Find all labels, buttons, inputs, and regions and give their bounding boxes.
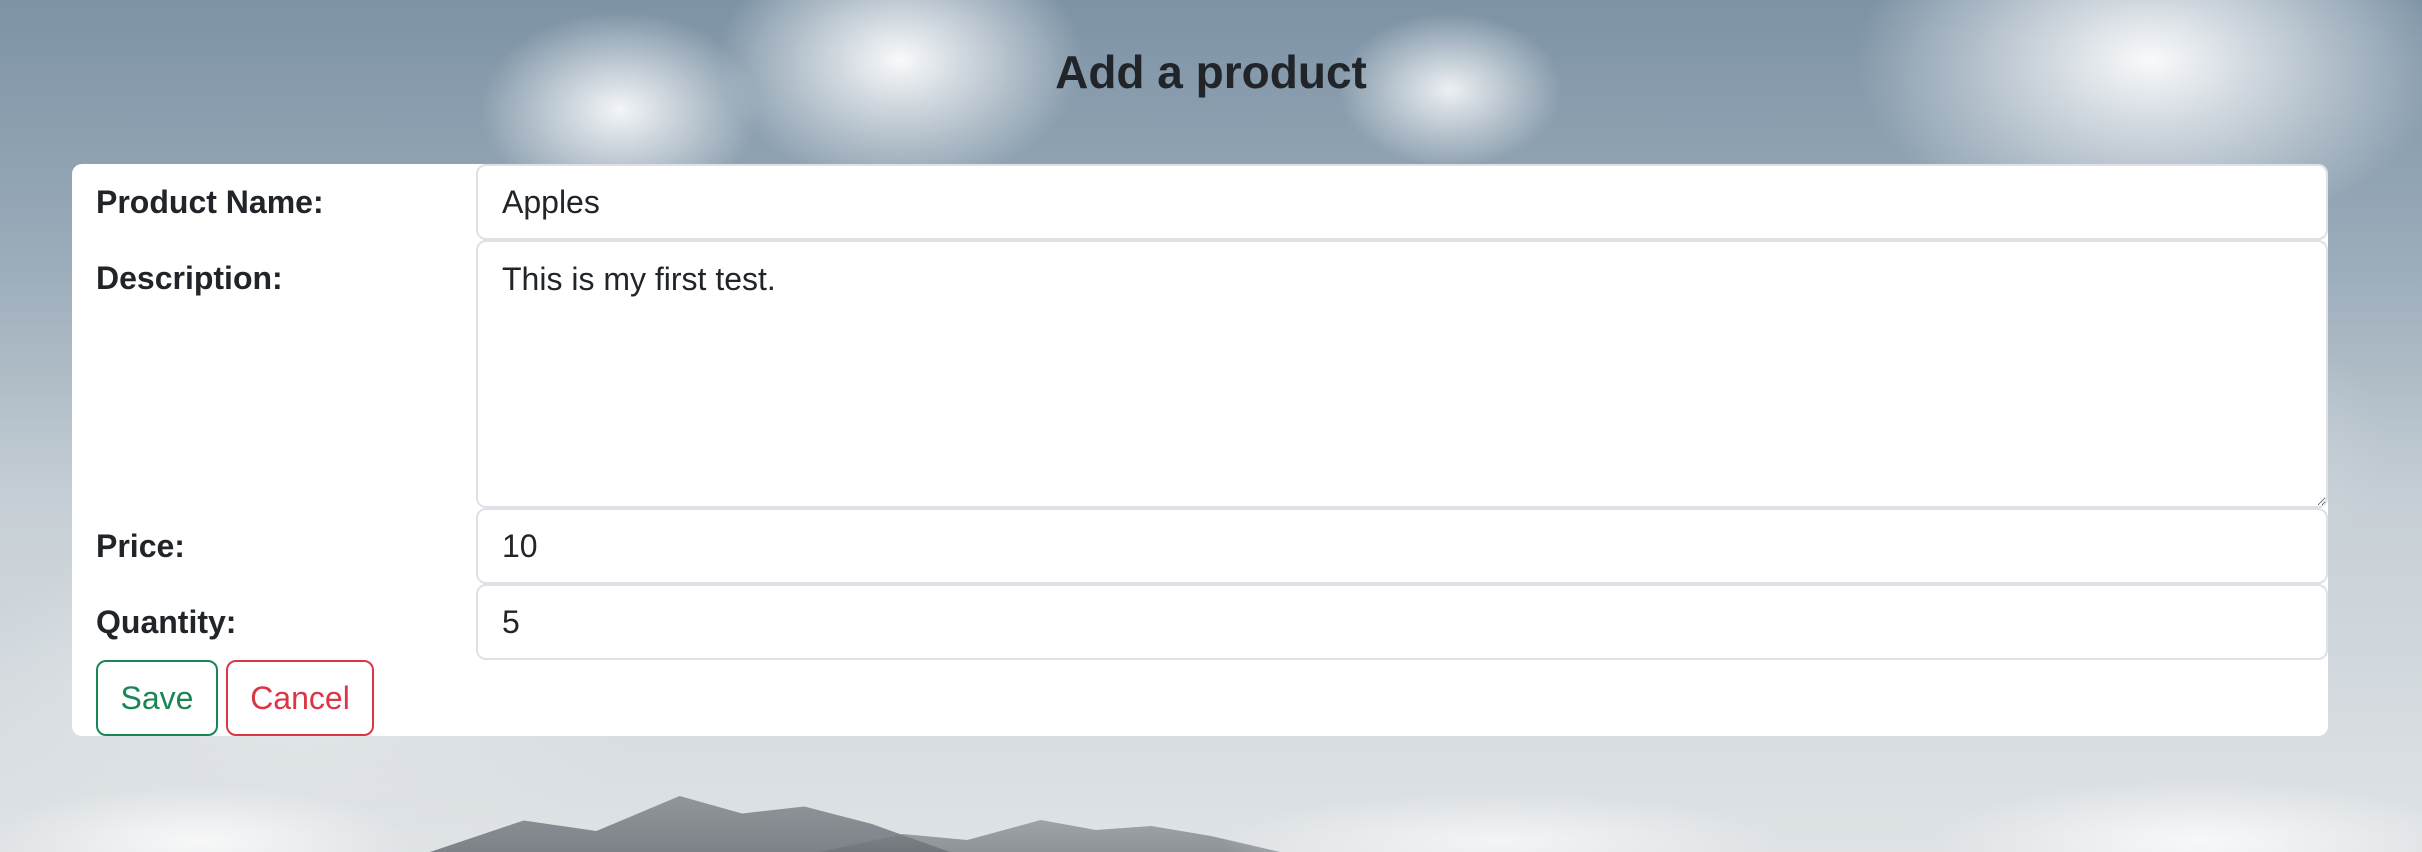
page-title: Add a product [1055,46,1367,98]
form-row-description: Description: This is my first test. [72,240,2328,508]
add-product-form: Product Name: Description: This is my fi… [72,164,2328,736]
save-button[interactable]: Save [96,660,218,736]
product-name-label: Product Name: [96,184,324,220]
form-row-quantity: Quantity: [72,584,2328,660]
quantity-input[interactable] [476,584,2328,660]
product-name-input[interactable] [476,164,2328,240]
snow-foreground [0,732,2422,852]
quantity-label: Quantity: [96,604,237,640]
form-row-price: Price: [72,508,2328,584]
description-textarea[interactable]: This is my first test. [476,240,2328,508]
cancel-button[interactable]: Cancel [226,660,374,736]
description-label: Description: [96,260,283,296]
form-row-product-name: Product Name: [72,164,2328,240]
price-label: Price: [96,528,185,564]
price-input[interactable] [476,508,2328,584]
